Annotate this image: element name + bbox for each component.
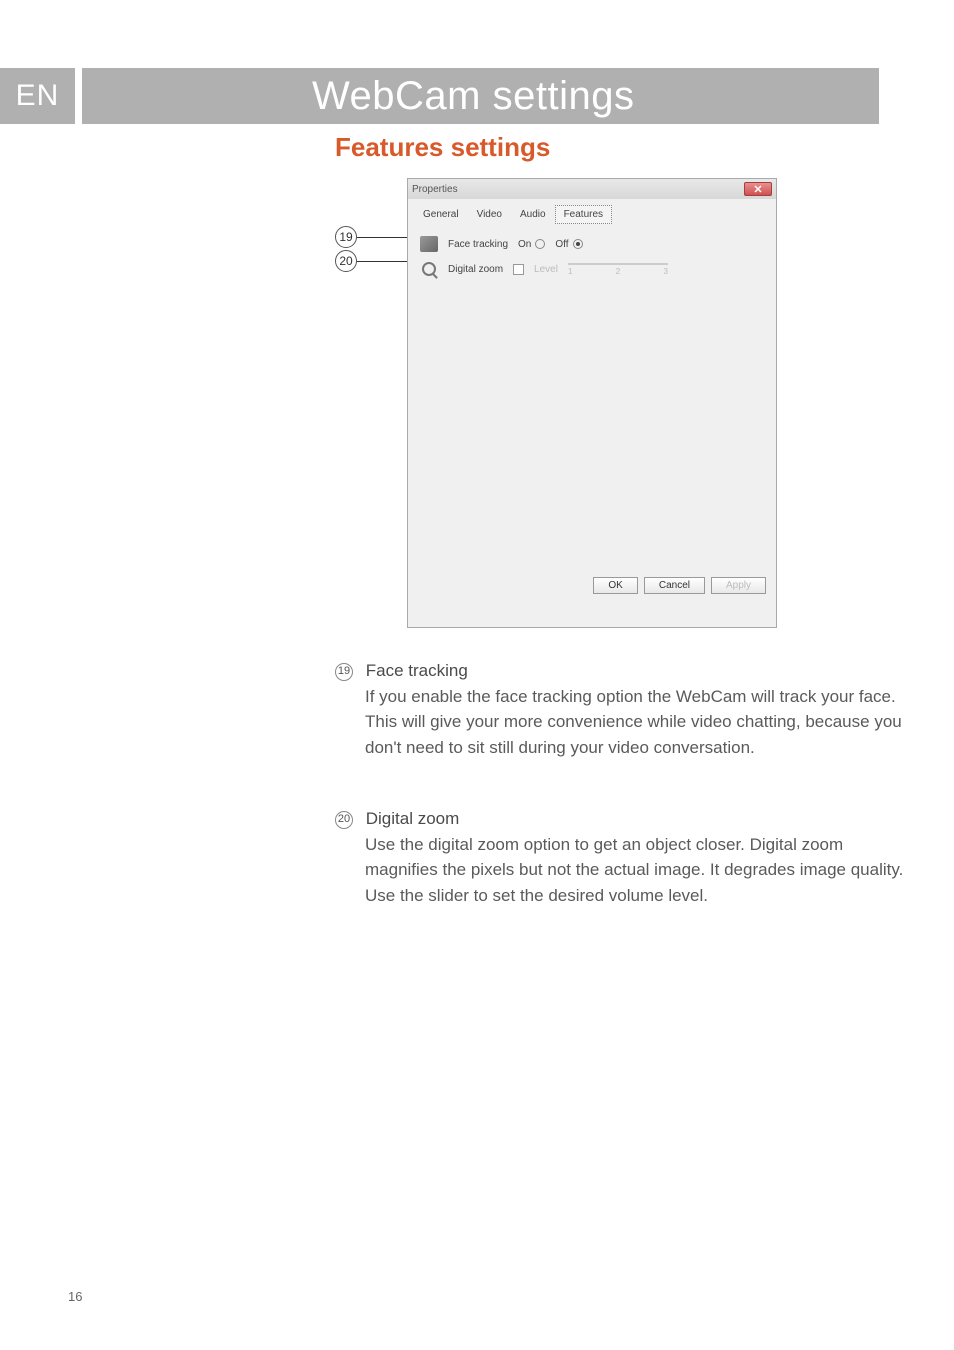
dialog-titlebar: Properties — [408, 179, 776, 199]
callout-20: 20 — [335, 250, 357, 272]
magnifier-icon — [422, 262, 436, 276]
tab-features[interactable]: Features — [555, 205, 612, 224]
zoom-checkbox[interactable] — [513, 264, 524, 275]
language-badge: EN — [0, 68, 75, 124]
face-tracking-icon — [420, 236, 438, 252]
zoom-slider-wrap: 1 2 3 — [568, 263, 668, 276]
item-19-title: Face tracking — [366, 661, 468, 680]
tick-2: 2 — [616, 267, 620, 276]
ok-button[interactable]: OK — [593, 577, 637, 594]
tick-1: 1 — [568, 267, 572, 276]
face-tracking-on-group: On — [518, 239, 545, 250]
dialog-title: Properties — [412, 184, 458, 195]
item-20-title: Digital zoom — [366, 809, 460, 828]
apply-button[interactable]: Apply — [711, 577, 766, 594]
item-20: 20 Digital zoom Use the digital zoom opt… — [335, 806, 905, 908]
radio-on[interactable] — [535, 239, 545, 249]
tab-general[interactable]: General — [414, 205, 468, 224]
face-tracking-label: Face tracking — [448, 239, 508, 250]
close-button[interactable] — [744, 182, 772, 196]
section-title: Features settings — [335, 132, 550, 163]
callout-19: 19 — [335, 226, 357, 248]
tick-3: 3 — [663, 267, 667, 276]
tab-audio[interactable]: Audio — [511, 205, 555, 224]
digital-zoom-row: Digital zoom Level 1 2 3 — [420, 262, 764, 276]
item-20-text: Use the digital zoom option to get an ob… — [365, 832, 905, 909]
page-number: 16 — [68, 1289, 82, 1304]
on-label: On — [518, 239, 531, 250]
item-20-number: 20 — [335, 811, 353, 829]
off-label: Off — [555, 239, 568, 250]
zoom-icon-wrap — [420, 262, 438, 276]
item-19: 19 Face tracking If you enable the face … — [335, 658, 905, 760]
tab-content: Face tracking On Off Digital zoom Level — [408, 224, 776, 604]
digital-zoom-label: Digital zoom — [448, 264, 503, 275]
dialog-buttons: OK Cancel Apply — [593, 577, 766, 594]
level-label: Level — [534, 264, 558, 275]
cancel-button[interactable]: Cancel — [644, 577, 705, 594]
zoom-slider[interactable] — [568, 263, 668, 265]
properties-screenshot: 19 20 Properties General Video Audio Fea… — [335, 178, 777, 633]
item-19-text: If you enable the face tracking option t… — [365, 684, 905, 761]
item-19-number: 19 — [335, 663, 353, 681]
page-title: WebCam settings — [82, 68, 879, 124]
tab-video[interactable]: Video — [468, 205, 511, 224]
properties-dialog: Properties General Video Audio Features … — [407, 178, 777, 628]
face-tracking-off-group: Off — [555, 239, 582, 250]
radio-off[interactable] — [573, 239, 583, 249]
zoom-ticks: 1 2 3 — [568, 267, 668, 276]
face-tracking-row: Face tracking On Off — [420, 236, 764, 252]
tab-strip: General Video Audio Features — [408, 199, 776, 224]
